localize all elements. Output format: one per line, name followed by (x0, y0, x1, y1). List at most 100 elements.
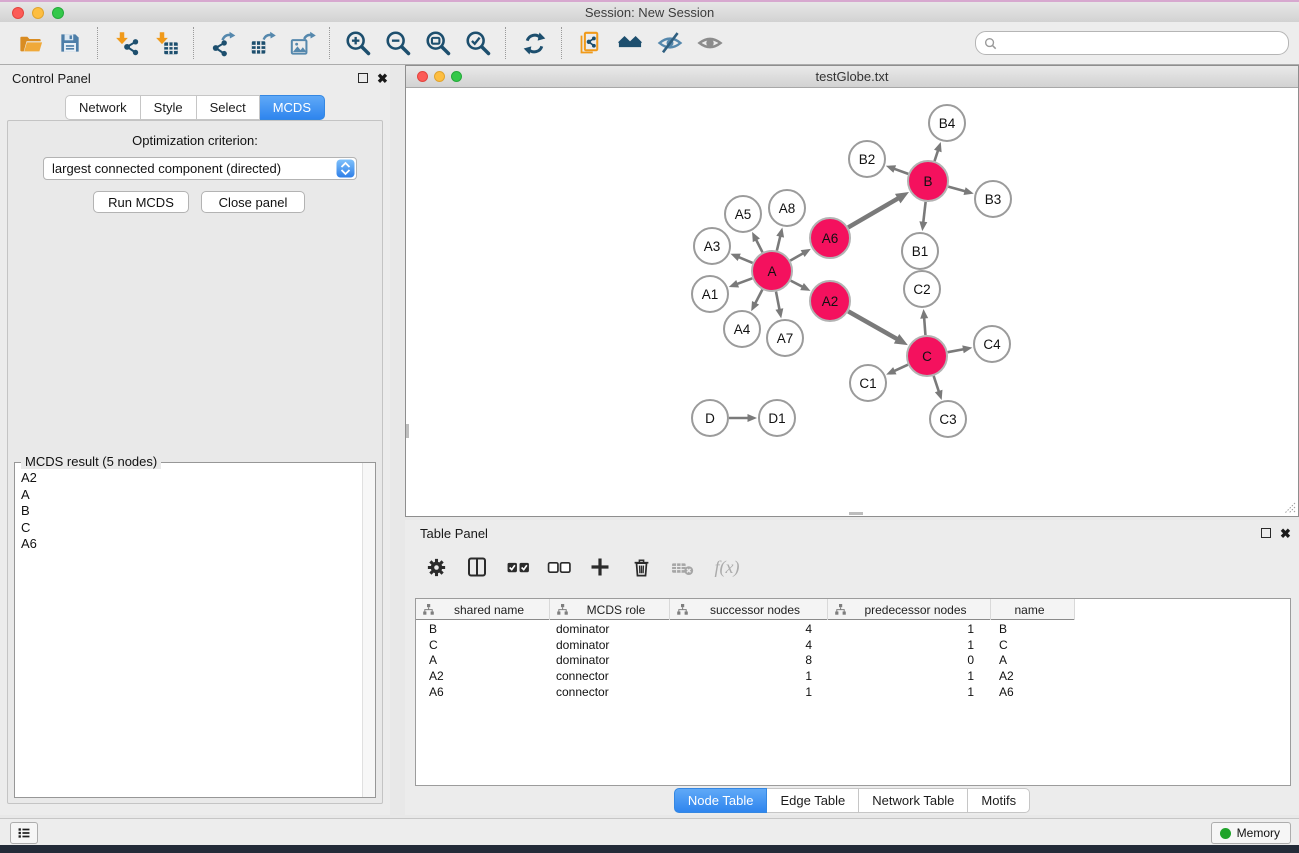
open-session-button[interactable] (10, 24, 50, 62)
tab-edge-table[interactable]: Edge Table (767, 788, 859, 813)
tab-motifs[interactable]: Motifs (968, 788, 1030, 813)
node-label: B (923, 174, 932, 189)
node-label: B2 (859, 152, 876, 167)
node-table-header: shared nameMCDS role successor nodesprede… (416, 599, 1075, 620)
export-network-button[interactable] (202, 24, 242, 62)
mcds-result-list: A2ABCA6 (15, 466, 362, 797)
table-cell: 0 (828, 653, 991, 667)
window-titlebar[interactable]: Session: New Session (0, 2, 1299, 23)
close-panel-icon[interactable]: ✖ (377, 73, 388, 84)
toolbar-separator (329, 27, 331, 59)
search-input[interactable] (1002, 35, 1280, 52)
import-network-icon (113, 30, 140, 57)
export-network-icon (209, 30, 236, 57)
show-columns-button[interactable] (464, 554, 490, 580)
tab-network[interactable]: Network (65, 95, 141, 120)
import-network-button[interactable] (106, 24, 146, 62)
criterion-select[interactable]: largest connected component (directed) (43, 157, 357, 180)
table-cell: C (991, 638, 1075, 652)
tab-select[interactable]: Select (197, 95, 260, 120)
node-label: A7 (777, 331, 794, 346)
result-scrollbar[interactable] (362, 463, 375, 797)
result-item[interactable]: A (21, 487, 362, 504)
home-button[interactable] (610, 24, 650, 62)
hide-panels-button[interactable] (650, 24, 690, 62)
table-close-icon[interactable]: ✖ (1280, 528, 1291, 539)
table-float-icon[interactable] (1261, 528, 1271, 538)
delete-table-button[interactable] (669, 554, 695, 580)
application-window: Session: New Session (0, 0, 1299, 853)
import-table-button[interactable] (146, 24, 186, 62)
node-label: B4 (939, 116, 956, 131)
desktop-edge (0, 845, 1299, 853)
eye-slash-icon (656, 29, 684, 57)
tab-style[interactable]: Style (141, 95, 197, 120)
horizontal-scroll-mark[interactable] (849, 512, 863, 515)
column-header-MCDS-role[interactable]: MCDS role (550, 599, 670, 620)
eye-icon (696, 29, 724, 57)
table-row[interactable]: A6connector11A6 (416, 684, 1290, 700)
edge-C-C2 (924, 316, 925, 335)
memory-button[interactable]: Memory (1211, 822, 1291, 844)
zoom-in-button[interactable] (338, 24, 378, 62)
main-toolbar (0, 22, 1299, 65)
export-image-button[interactable] (282, 24, 322, 62)
save-session-button[interactable] (50, 24, 90, 62)
zoom-out-button[interactable] (378, 24, 418, 62)
tab-network-table[interactable]: Network Table (859, 788, 968, 813)
select-stepper-icon (336, 159, 355, 178)
float-panel-icon[interactable] (358, 73, 368, 83)
table-cell: 4 (670, 638, 828, 652)
table-cell: A2 (991, 669, 1075, 683)
zoom-fit-button[interactable] (418, 24, 458, 62)
column-header-successor-nodes[interactable]: successor nodes (670, 599, 828, 620)
memory-status-icon (1220, 828, 1231, 839)
column-label: successor nodes (689, 603, 827, 617)
result-item[interactable]: A6 (21, 536, 362, 553)
network-window-titlebar[interactable]: testGlobe.txt (406, 66, 1298, 88)
deselect-all-button[interactable] (546, 554, 572, 580)
hierarchy-icon (834, 603, 847, 616)
delete-column-button[interactable] (628, 554, 654, 580)
vertical-scroll-mark[interactable] (406, 424, 409, 438)
node-label: A8 (779, 201, 796, 216)
select-all-button[interactable] (505, 554, 531, 580)
column-header-predecessor-nodes[interactable]: predecessor nodes (828, 599, 991, 620)
table-row[interactable]: Bdominator41B (416, 621, 1290, 637)
table-row[interactable]: A2connector11A2 (416, 668, 1290, 684)
edge-A-A7 (776, 292, 780, 311)
tab-node-table[interactable]: Node Table (674, 788, 768, 813)
new-network-button[interactable] (570, 24, 610, 62)
resize-grip-icon[interactable] (1283, 501, 1296, 514)
search-icon (984, 37, 997, 50)
result-item[interactable]: B (21, 503, 362, 520)
network-graph[interactable]: AA1A2A3A4A5A6A7A8BB1B2B3B4CC1C2C3C4DD1 (406, 88, 1298, 517)
close-panel-button[interactable]: Close panel (201, 191, 305, 213)
edge-C-C1 (893, 365, 908, 372)
table-row[interactable]: Cdominator41C (416, 637, 1290, 653)
mcds-result-box: MCDS result (5 nodes) A2ABCA6 (14, 462, 376, 798)
table-panel: Table Panel ✖ (405, 520, 1299, 815)
column-header-name[interactable]: name (991, 599, 1075, 620)
zoom-fit-icon (424, 29, 452, 57)
panel-menu-button[interactable] (10, 822, 38, 844)
memory-label: Memory (1237, 826, 1280, 840)
zoom-selected-button[interactable] (458, 24, 498, 62)
refresh-button[interactable] (514, 24, 554, 62)
show-panels-button[interactable] (690, 24, 730, 62)
add-column-button[interactable] (587, 554, 613, 580)
result-item[interactable]: A2 (21, 470, 362, 487)
result-item[interactable]: C (21, 520, 362, 537)
column-header-shared-name[interactable]: shared name (416, 599, 550, 620)
run-mcds-button[interactable]: Run MCDS (93, 191, 189, 213)
table-cell: 8 (670, 653, 828, 667)
table-row[interactable]: Adominator80A (416, 653, 1290, 669)
table-settings-button[interactable] (423, 554, 449, 580)
node-label: A (767, 264, 776, 279)
tab-mcds[interactable]: MCDS (260, 95, 325, 120)
function-builder-button[interactable]: f(x) (710, 554, 744, 580)
node-label: A5 (735, 207, 752, 222)
export-table-button[interactable] (242, 24, 282, 62)
table-panel-title: Table Panel (420, 526, 488, 541)
edge-arrowhead (775, 308, 783, 318)
